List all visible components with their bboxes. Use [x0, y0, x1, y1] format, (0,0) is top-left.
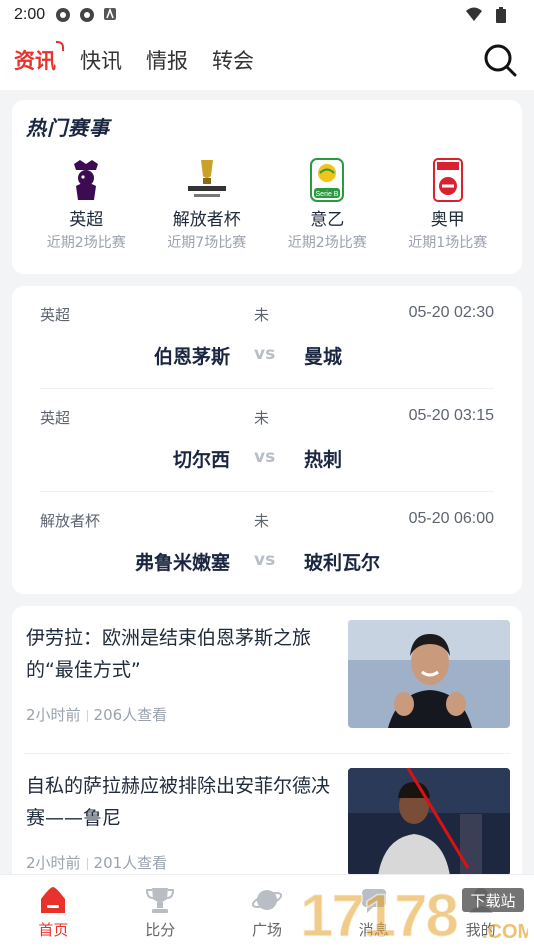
- match-row[interactable]: 英超 未 05-20 03:15 切尔西 vs 热刺: [40, 389, 494, 492]
- battery-icon: [496, 7, 512, 23]
- nav-label: 比分: [145, 921, 176, 939]
- news-item[interactable]: 伊劳拉：欧洲是结束伯恩茅斯之旅的“最佳方式” 2小时前 206人查看: [24, 606, 510, 754]
- app-notification-icon: [79, 7, 95, 23]
- matches-card: 英超 未 05-20 02:30 伯恩茅斯 vs 曼城 英超 未 05-20 0…: [12, 286, 522, 594]
- tab-flash[interactable]: 快讯: [80, 45, 122, 75]
- vs-label: vs: [254, 447, 276, 467]
- league-austria[interactable]: 奥甲 近期1场比赛: [388, 157, 509, 252]
- status-time: 2:00: [14, 6, 46, 23]
- league-serie-b[interactable]: Serie B 意乙 近期2场比赛: [267, 157, 388, 252]
- nav-home[interactable]: 首页: [0, 875, 107, 950]
- news-thumbnail: [348, 620, 510, 728]
- league-name: 解放者杯: [172, 210, 241, 230]
- news-meta: 2小时前 206人查看: [26, 704, 167, 725]
- search-icon: [484, 44, 517, 77]
- home-team: 弗鲁米嫩塞: [134, 552, 230, 574]
- tab-news[interactable]: 资讯: [14, 41, 64, 75]
- vs-label: vs: [254, 550, 276, 570]
- watermark-domain: .COM: [482, 921, 528, 943]
- status-bar: 2:00: [0, 0, 534, 30]
- news-list: 伊劳拉：欧洲是结束伯恩茅斯之旅的“最佳方式” 2小时前 206人查看 自私的萨拉赫…: [12, 606, 522, 896]
- match-status: 未: [254, 306, 270, 324]
- match-time: 05-20 03:15: [408, 407, 494, 424]
- match-league: 解放者杯: [40, 512, 101, 530]
- nav-score[interactable]: 比分: [107, 875, 214, 950]
- libertadores-logo-icon: [184, 157, 230, 203]
- svg-text:Serie B: Serie B: [316, 191, 339, 198]
- home-icon: [38, 885, 68, 915]
- tab-transfer[interactable]: 转会: [212, 45, 254, 75]
- league-name: 英超: [69, 210, 104, 230]
- hot-leagues-card: 热门赛事 英超 近期2场比赛 解放者杯 近期7场比赛 Serie B 意乙 近期…: [12, 100, 522, 274]
- app-notification-icon: [55, 7, 71, 23]
- news-meta: 2小时前 201人查看: [26, 852, 167, 873]
- match-league: 英超: [40, 409, 71, 427]
- match-league: 英超: [40, 306, 71, 324]
- serie-b-logo-icon: Serie B: [304, 157, 350, 203]
- nav-label: 首页: [38, 921, 69, 939]
- match-row[interactable]: 英超 未 05-20 02:30 伯恩茅斯 vs 曼城: [40, 286, 494, 389]
- news-title: 伊劳拉：欧洲是结束伯恩茅斯之旅的“最佳方式”: [26, 627, 312, 681]
- tab-intel[interactable]: 情报: [146, 45, 188, 75]
- premier-league-logo-icon: [63, 157, 109, 203]
- league-name: 意乙: [310, 210, 345, 230]
- match-time: 05-20 02:30: [408, 304, 494, 321]
- league-match-count: 近期2场比赛: [46, 235, 126, 251]
- away-team: 热刺: [304, 449, 343, 471]
- league-libertadores[interactable]: 解放者杯 近期7场比赛: [147, 157, 268, 252]
- home-team: 切尔西: [172, 449, 230, 471]
- watermark-site: 下载站: [470, 892, 515, 910]
- planet-icon: [251, 885, 283, 915]
- match-status: 未: [254, 512, 270, 530]
- match-time: 05-20 06:00: [408, 510, 494, 527]
- top-nav: 资讯 快讯 情报 转会: [0, 30, 534, 90]
- news-time: 2小时前: [26, 854, 81, 872]
- wifi-icon: [466, 7, 482, 23]
- hot-leagues-title: 热门赛事: [26, 116, 110, 140]
- news-thumbnail: [348, 768, 510, 876]
- match-row[interactable]: 解放者杯 未 05-20 06:00 弗鲁米嫩塞 vs 玻利瓦尔: [40, 492, 494, 595]
- bundesliga-austria-logo-icon: [425, 157, 471, 203]
- meta-divider: [86, 857, 88, 870]
- search-button[interactable]: [480, 40, 520, 80]
- news-title: 自私的萨拉赫应被排除出安菲尔德决赛——鲁尼: [26, 775, 331, 829]
- league-premier[interactable]: 英超 近期2场比赛: [26, 157, 147, 252]
- news-views: 206人查看: [93, 706, 168, 724]
- watermark-logo: 17178 下载站 .COM: [299, 876, 534, 950]
- away-team: 曼城: [304, 346, 343, 368]
- away-team: 玻利瓦尔: [304, 552, 381, 574]
- home-team: 伯恩茅斯: [153, 346, 230, 368]
- news-time: 2小时前: [26, 706, 81, 724]
- league-match-count: 近期7场比赛: [167, 235, 247, 251]
- trophy-icon: [145, 885, 175, 915]
- league-match-count: 近期2场比赛: [287, 235, 367, 251]
- news-views: 201人查看: [93, 854, 168, 872]
- league-name: 奥甲: [430, 210, 465, 230]
- league-match-count: 近期1场比赛: [408, 235, 488, 251]
- watermark-number: 17178: [300, 882, 457, 946]
- match-status: 未: [254, 409, 270, 427]
- meta-divider: [86, 709, 88, 722]
- vs-label: vs: [254, 344, 276, 364]
- a-notification-icon: [103, 7, 119, 23]
